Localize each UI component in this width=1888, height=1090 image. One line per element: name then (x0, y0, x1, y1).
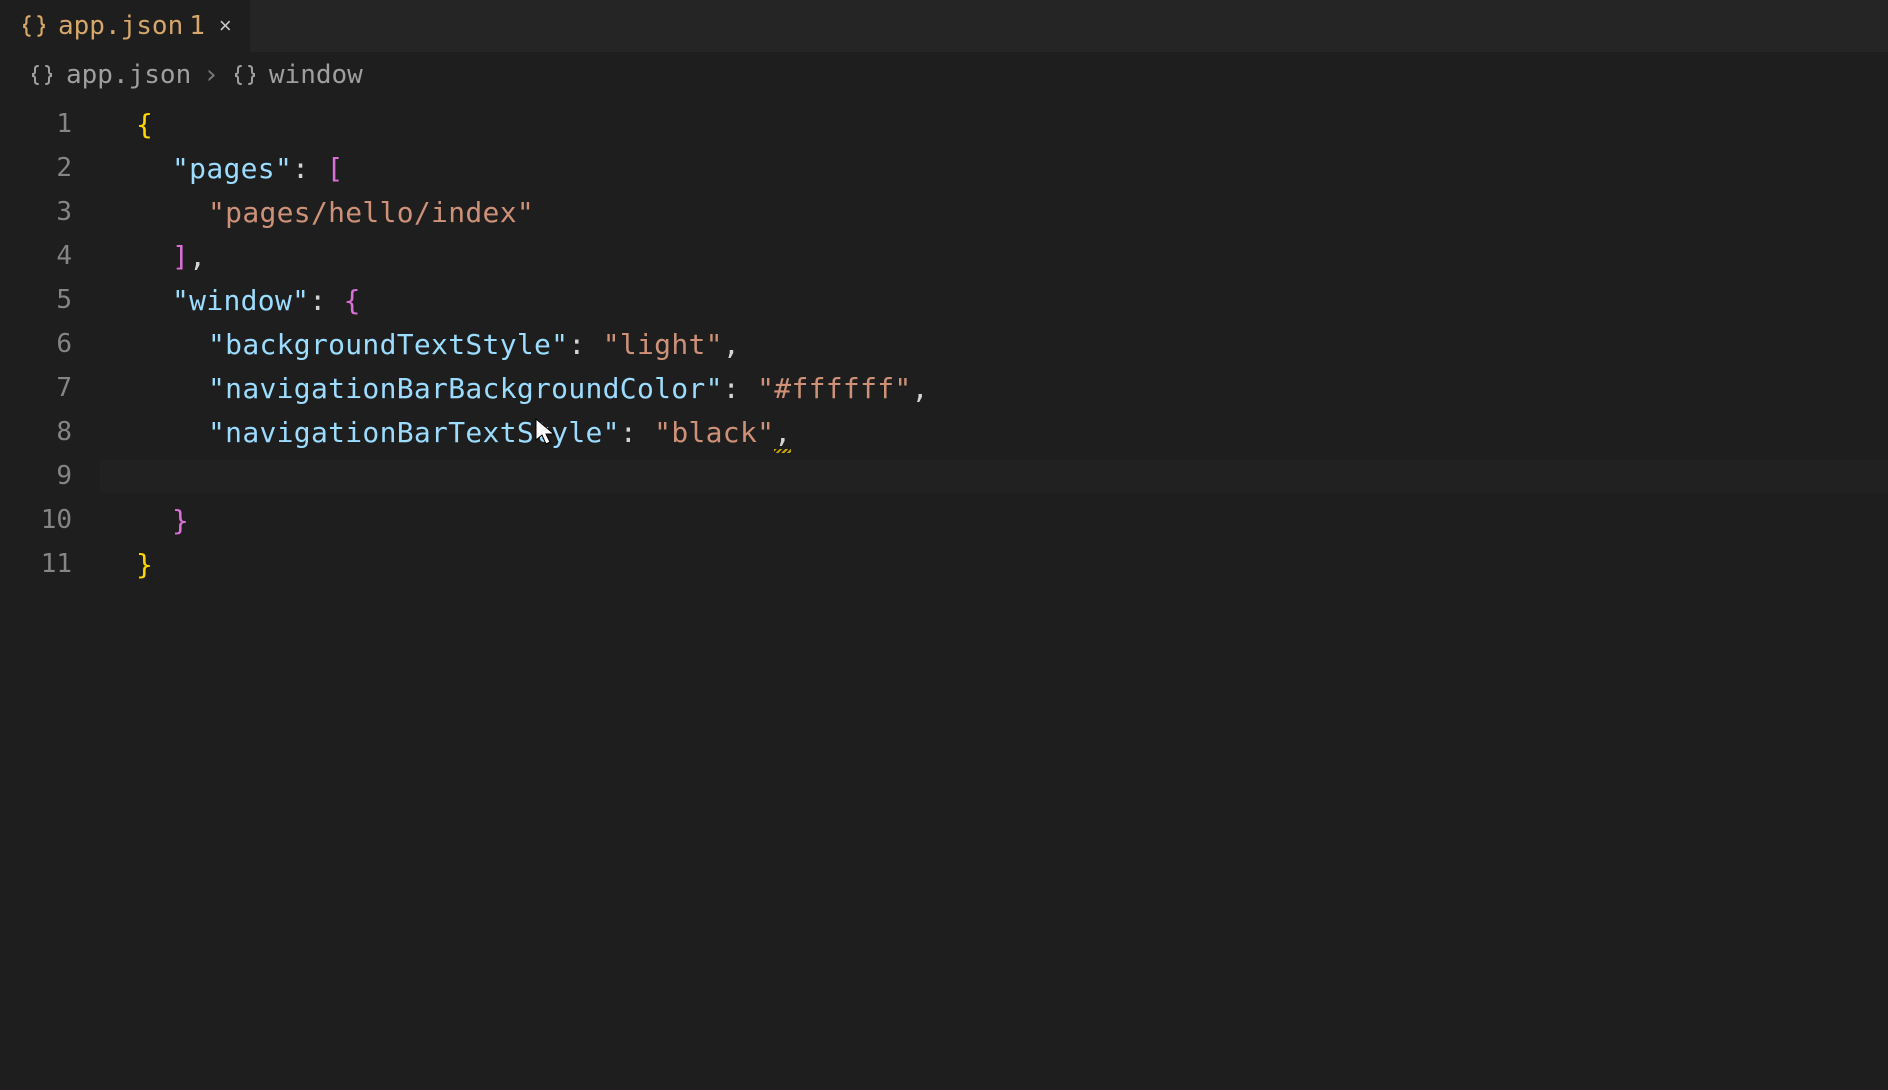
line-number: 10 (0, 505, 100, 535)
code-line: 11 } (0, 542, 1888, 586)
code-line: 10 } (0, 498, 1888, 542)
code-line: 6 "backgroundTextStyle": "light", (0, 322, 1888, 366)
line-number: 1 (0, 109, 100, 139)
code-line: 8 "navigationBarTextStyle": "black", (0, 410, 1888, 454)
breadcrumb-file[interactable]: app.json (66, 60, 191, 90)
line-number: 9 (0, 461, 100, 491)
code-content[interactable] (100, 460, 1888, 493)
line-number: 5 (0, 285, 100, 315)
tab-filename: app.json (58, 11, 183, 41)
code-line: 2 "pages": [ (0, 146, 1888, 190)
breadcrumb-separator: › (203, 60, 219, 90)
line-number: 8 (0, 417, 100, 447)
code-content[interactable]: "navigationBarTextStyle": "black", (100, 416, 791, 449)
code-line: 5 "window": { (0, 278, 1888, 322)
code-line: 3 "pages/hello/index" (0, 190, 1888, 234)
code-line: 1 { (0, 102, 1888, 146)
code-line: 7 "navigationBarBackgroundColor": "#ffff… (0, 366, 1888, 410)
tab-bar: app.json 1 × (0, 0, 1888, 52)
code-content[interactable]: "navigationBarBackgroundColor": "#ffffff… (100, 372, 929, 405)
line-number: 3 (0, 197, 100, 227)
code-content[interactable]: } (100, 504, 189, 537)
code-content[interactable]: "pages/hello/index" (100, 196, 534, 229)
code-content[interactable]: "backgroundTextStyle": "light", (100, 328, 740, 361)
code-line: 4 ], (0, 234, 1888, 278)
line-number: 2 (0, 153, 100, 183)
tab-modified-badge: 1 (189, 11, 205, 41)
code-content[interactable]: "pages": [ (100, 152, 344, 185)
tab-app-json[interactable]: app.json 1 × (0, 0, 251, 52)
code-line: 9 (0, 454, 1888, 498)
code-content[interactable]: } (100, 548, 153, 581)
code-content[interactable]: "window": { (100, 284, 361, 317)
breadcrumb-node[interactable]: window (269, 60, 363, 90)
code-content[interactable]: ], (100, 240, 206, 273)
breadcrumb: app.json › window (0, 52, 1888, 98)
line-number: 11 (0, 549, 100, 579)
line-number: 4 (0, 241, 100, 271)
line-number: 6 (0, 329, 100, 359)
close-icon[interactable]: × (219, 13, 232, 39)
line-number: 7 (0, 373, 100, 403)
trailing-comma-warning: , (774, 416, 791, 449)
code-content[interactable]: { (100, 108, 153, 141)
code-editor[interactable]: 1 { 2 "pages": [ 3 "pages/hello/index" 4… (0, 98, 1888, 586)
json-file-icon (28, 61, 56, 89)
json-object-icon (231, 61, 259, 89)
json-file-icon (20, 12, 48, 40)
